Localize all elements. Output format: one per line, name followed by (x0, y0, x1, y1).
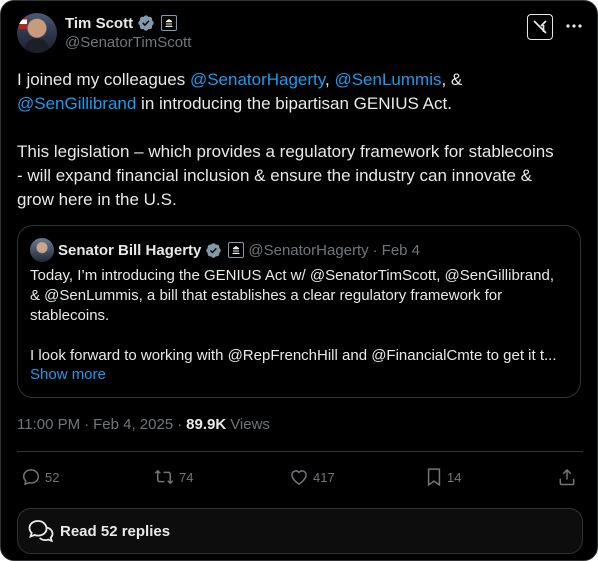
reply-button[interactable]: 52 (21, 463, 59, 491)
quoted-line-1: Today, I’m introducing the GENIUS Act w/… (30, 267, 554, 284)
author-name[interactable]: Tim Scott (65, 15, 133, 32)
divider (17, 451, 583, 452)
read-replies-label: Read 52 replies (60, 522, 171, 540)
chat-bubbles-icon (26, 516, 56, 546)
show-more-link[interactable]: Show more (30, 366, 106, 383)
avatar-flag (19, 15, 27, 29)
quoted-author-name: Senator Bill Hagerty (58, 241, 202, 259)
reply-count: 52 (45, 469, 60, 485)
repost-count: 74 (179, 469, 194, 485)
quoted-line-3: stablecoins. (30, 307, 110, 324)
tweet-line-4: - will expand financial inclusion & ensu… (17, 166, 533, 185)
tweet-card: Tim Scott @SenatorTimScott I joined my c… (0, 0, 598, 561)
tweet-time[interactable]: 11:00 PM (17, 416, 80, 433)
views-label: Views (230, 416, 270, 433)
bookmark-count: 14 (447, 469, 462, 485)
repost-button[interactable]: 74 (153, 463, 193, 491)
quoted-line-2: & @SenLummis, a bill that establishes a … (30, 287, 503, 304)
grok-icon (533, 20, 547, 34)
quoted-header: Senator Bill Hagerty @SenatorHagerty · F… (58, 239, 420, 261)
grok-button[interactable] (527, 14, 553, 40)
like-icon (291, 470, 307, 485)
more-button[interactable] (563, 15, 585, 37)
quoted-date: Feb 4 (381, 241, 421, 259)
tweet-line-5: grow here in the U.S. (17, 190, 177, 209)
share-icon (559, 468, 575, 486)
action-bar: 52 74 417 14 (17, 463, 583, 491)
views-count[interactable]: 89.9K (186, 416, 226, 433)
government-badge-icon (228, 242, 245, 258)
tweet-meta: 11:00 PM · Feb 4, 2025 · 89.9K Views (17, 416, 270, 433)
like-count: 417 (313, 469, 335, 485)
mention-senatorhagerty[interactable]: @SenatorHagerty (190, 70, 325, 89)
quoted-line-4: I look forward to working with @RepFrenc… (30, 347, 557, 364)
tweet-date[interactable]: Feb 4, 2025 (93, 416, 173, 433)
mention-senlummis[interactable]: @SenLummis (334, 70, 441, 89)
government-badge-icon (161, 15, 178, 31)
avatar-suit (25, 39, 49, 53)
more-icon (566, 24, 582, 28)
quoted-author-handle: @SenatorHagerty (248, 241, 369, 259)
separator-dot: · (84, 416, 90, 433)
separator-dot: · (372, 241, 378, 259)
author-name-row: Tim Scott (65, 13, 178, 33)
tweet-text-segment: in introducing the bipartisan GENIUS Act… (136, 94, 452, 113)
author-handle[interactable]: @SenatorTimScott (65, 34, 191, 51)
quoted-author-avatar (30, 238, 54, 262)
author-avatar[interactable] (17, 13, 57, 53)
tweet-text-segment: , & (441, 70, 463, 89)
separator-dot: · (177, 416, 183, 433)
tweet-text: I joined my colleagues @SenatorHagerty , … (17, 68, 583, 212)
tweet-line-3: This legislation – which provides a regu… (17, 142, 554, 161)
mention-sengillibrand[interactable]: @SenGillibrand (17, 94, 136, 113)
bookmark-button[interactable]: 14 (425, 463, 461, 491)
bookmark-icon (427, 468, 441, 487)
read-replies-button[interactable]: Read 52 replies (17, 508, 583, 554)
share-button[interactable] (557, 463, 577, 491)
reply-icon (22, 469, 40, 486)
like-button[interactable]: 417 (289, 463, 335, 491)
tweet-line-2: @SenGillibrand in introducing the bipart… (17, 92, 583, 116)
repost-icon (154, 469, 174, 485)
quoted-tweet[interactable]: Senator Bill Hagerty @SenatorHagerty · F… (17, 225, 581, 398)
verified-badge-icon (137, 14, 155, 32)
tweet-text-segment: I joined my colleagues (17, 70, 190, 89)
quoted-text: Today, I’m introducing the GENIUS Act w/… (30, 266, 570, 366)
tweet-line-1: I joined my colleagues @SenatorHagerty , … (17, 68, 583, 92)
verified-badge-icon (205, 242, 222, 259)
